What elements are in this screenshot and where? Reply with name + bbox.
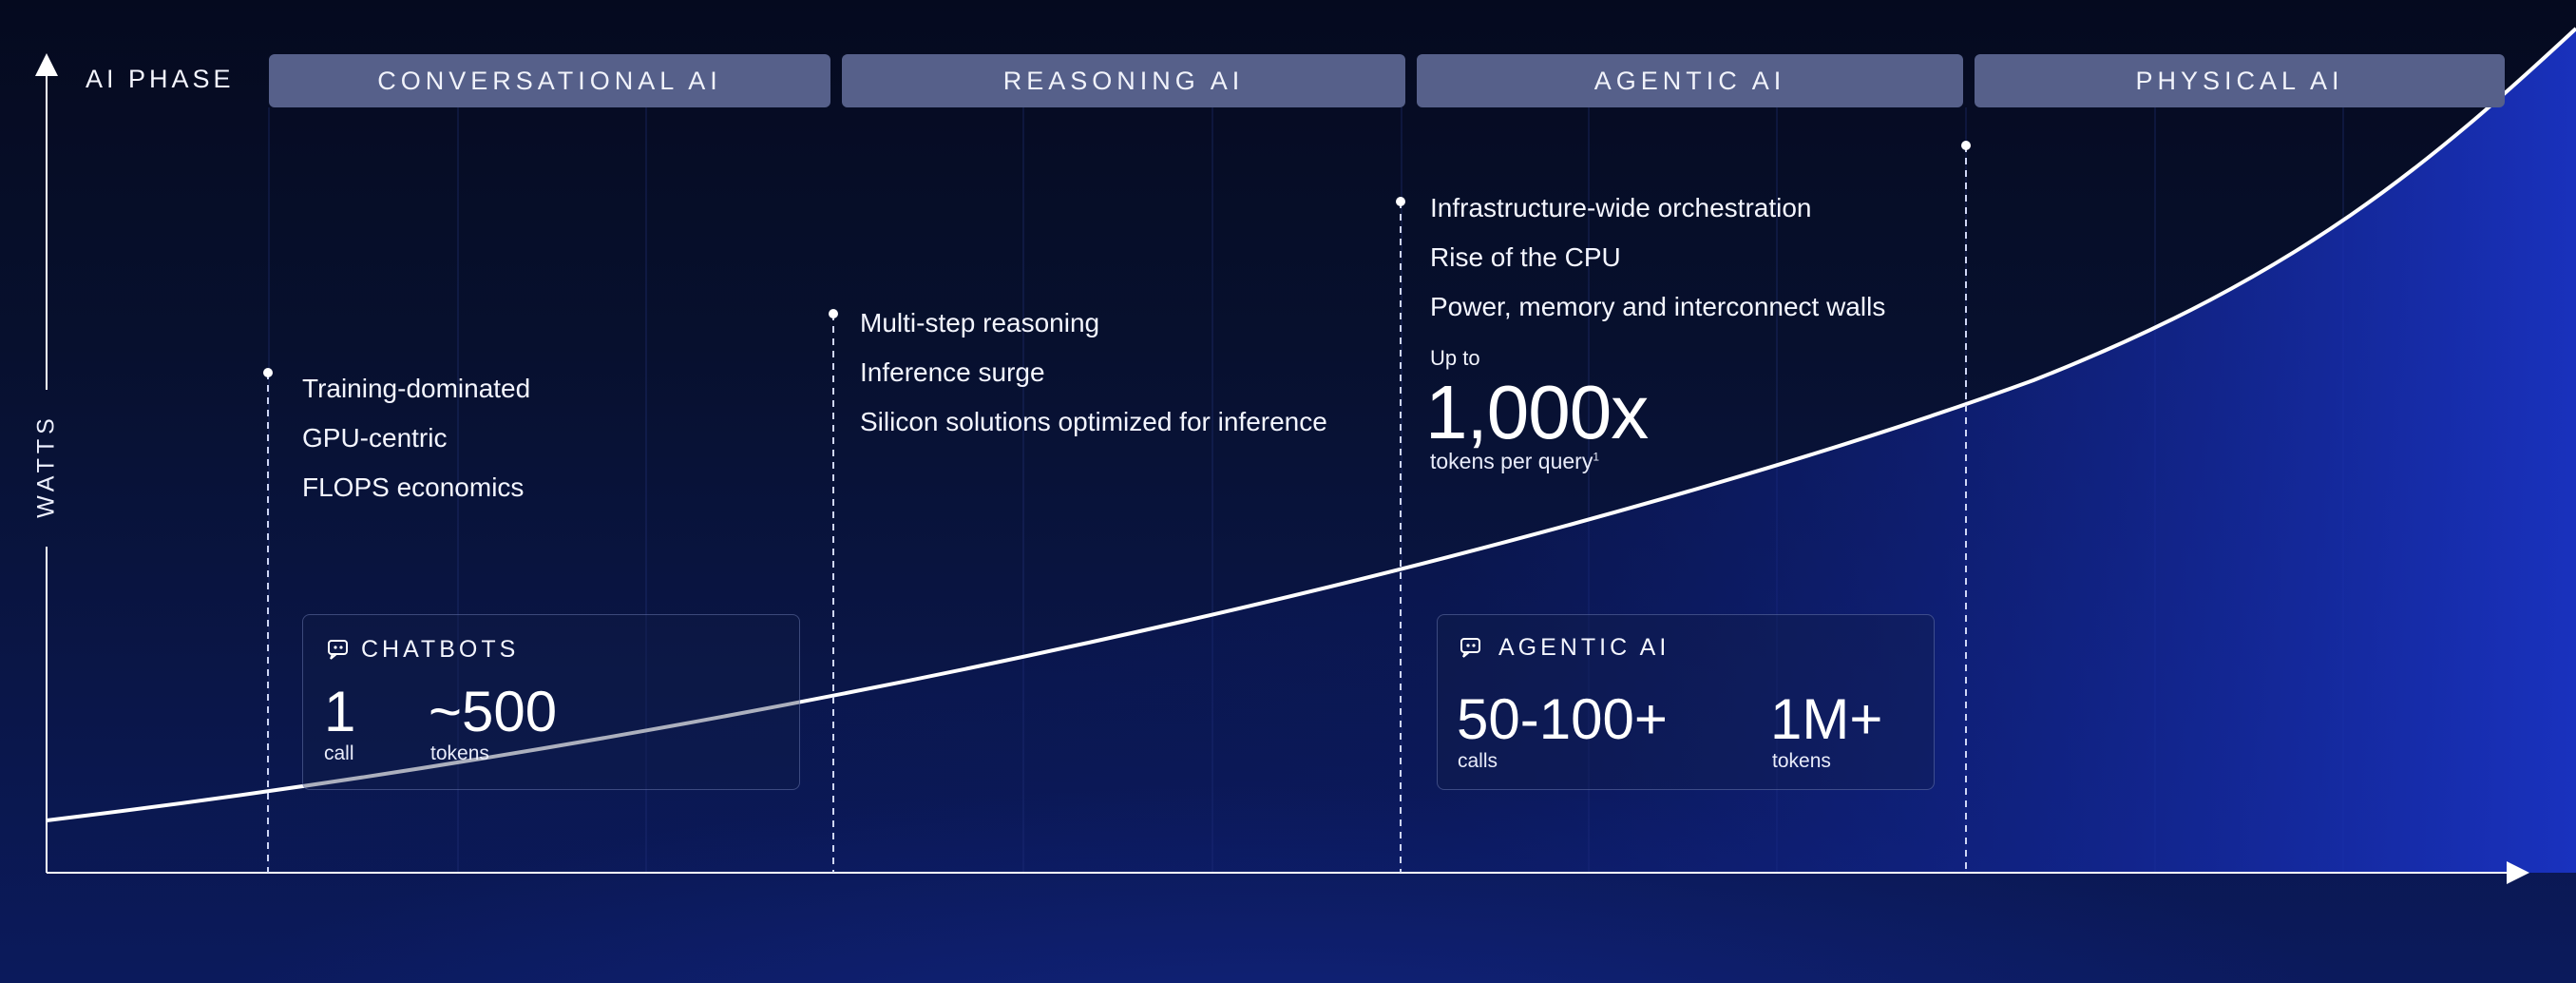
footnote-marker: 1 (1593, 450, 1600, 464)
agentic-ai-card: AGENTIC AI 50-100+ calls 1M+ tokens (1437, 614, 1935, 790)
chatbots-card-title: CHATBOTS (361, 636, 520, 663)
agentic-highlight-suffix-text: tokens per query (1430, 449, 1593, 473)
chatbots-tokens-value: ~500 (429, 680, 558, 743)
conversational-bullet-2: GPU-centric (302, 423, 448, 453)
agentic-highlight-prefix: Up to (1430, 346, 1480, 370)
marker-dots (263, 141, 1971, 377)
chat-bot-icon (328, 640, 348, 660)
reasoning-bullet-2: Inference surge (860, 357, 1045, 387)
agentic-card-title: AGENTIC AI (1498, 634, 1670, 661)
y-axis-label: WATTS (32, 414, 60, 518)
tab-agentic-ai: AGENTIC AI (1417, 54, 1963, 107)
tab-reasoning-ai: REASONING AI (842, 54, 1405, 107)
agentic-calls-value: 50-100+ (1457, 687, 1668, 751)
agentic-tokens-label: tokens (1772, 750, 1831, 772)
chatbots-calls-label: call (324, 742, 354, 764)
tab-conversational-ai: CONVERSATIONAL AI (269, 54, 830, 107)
chatbots-card: CHATBOTS 1 call ~500 tokens (302, 614, 800, 790)
ai-phase-label: AI PHASE (86, 65, 235, 93)
chatbots-tokens-label: tokens (430, 742, 489, 764)
conversational-bullet-1: Training-dominated (302, 374, 531, 403)
chatbots-calls-value: 1 (324, 680, 356, 743)
agentic-bullet-1: Infrastructure-wide orchestration (1430, 193, 1812, 222)
reasoning-bullet-1: Multi-step reasoning (860, 308, 1100, 337)
agentic-bullet-2: Rise of the CPU (1430, 242, 1621, 272)
agent-bot-icon (1460, 638, 1480, 658)
conversational-bullet-3: FLOPS economics (302, 472, 525, 502)
agentic-highlight-value: 1,000x (1425, 370, 1649, 454)
agentic-bullet-3: Power, memory and interconnect walls (1430, 292, 1886, 321)
agentic-tokens-value: 1M+ (1770, 687, 1883, 751)
reasoning-bullet-3: Silicon solutions optimized for inferenc… (860, 407, 1327, 436)
agentic-calls-label: calls (1458, 750, 1498, 772)
tab-physical-ai: PHYSICAL AI (1975, 54, 2505, 107)
agentic-highlight-suffix: tokens per query1 (1430, 449, 1599, 474)
